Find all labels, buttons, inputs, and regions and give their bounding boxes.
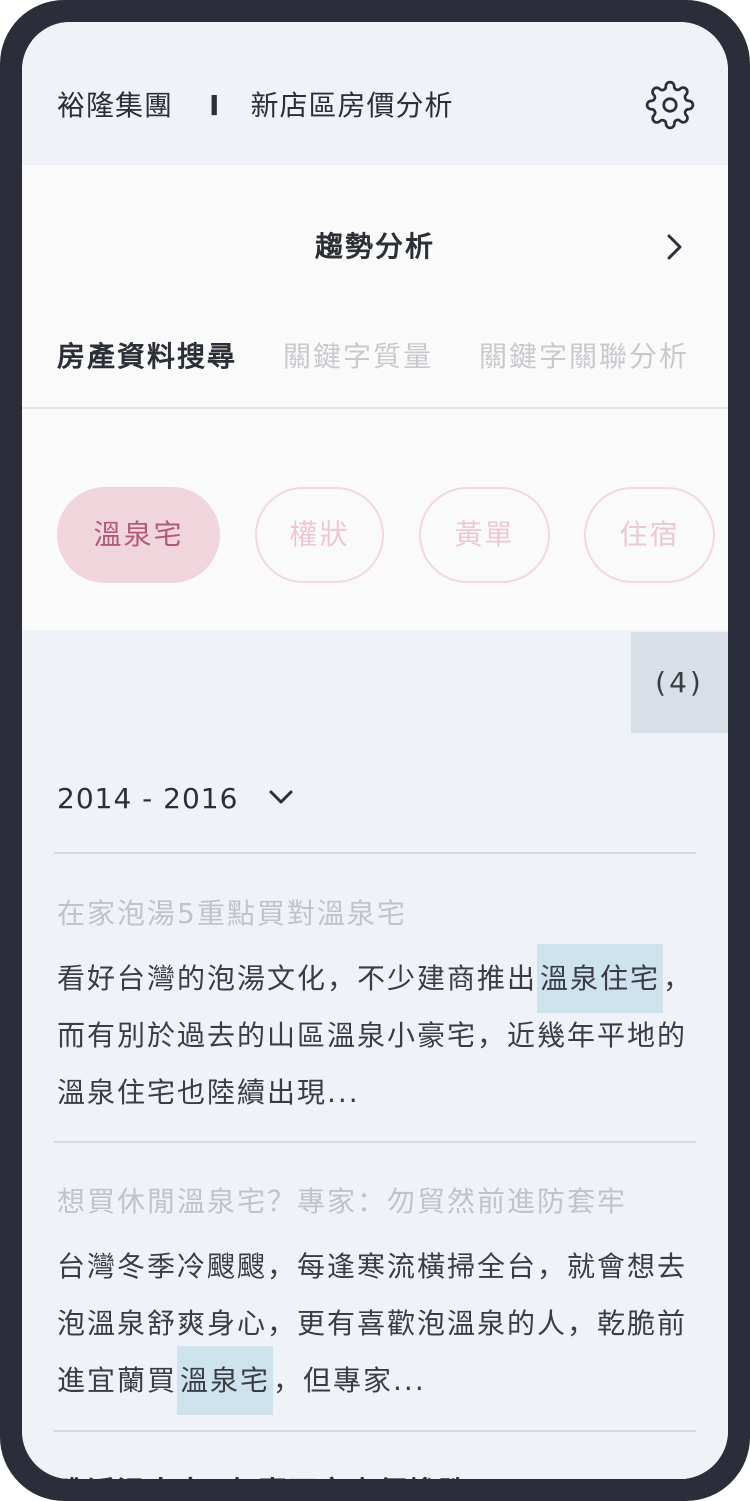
chip-yellow-slip[interactable]: 黃單 (419, 487, 550, 583)
page-subtitle: 新店區房價分析 (250, 89, 454, 122)
excerpt-text: ，但專家... (273, 1364, 426, 1397)
divider (54, 1430, 696, 1432)
device-frame: 裕隆集團 I 新店區房價分析 趨勢分析 房產資料搜尋 關鍵字質量 關鍵字關聯分析 (0, 0, 750, 1501)
article-item[interactable]: 想買休閒溫泉宅？專家：勿貿然前進防套牢 台灣冬季冷颼颼，每逢寒流橫掃全台，就會想… (57, 1180, 697, 1415)
year-range-label: 2014 - 2016 (57, 782, 239, 815)
article-item[interactable]: 礁溪溫泉宅4年賣不完房價慘跌 (57, 1470, 697, 1479)
article-title: 想買休閒溫泉宅？專家：勿貿然前進防套牢 (57, 1185, 628, 1218)
divider (54, 852, 696, 854)
chevron-down-icon (269, 790, 293, 804)
tab-bar: 房產資料搜尋 關鍵字質量 關鍵字關聯分析 (57, 335, 728, 375)
title-separator: I (209, 89, 221, 122)
chip-hot-spring-house[interactable]: 溫泉宅 (57, 487, 220, 583)
divider (54, 1141, 696, 1143)
article-excerpt: 台灣冬季冷颼颼，每逢寒流橫掃全台，就會想去泡溫泉舒爽身心，更有喜歡泡溫泉的人，乾… (57, 1238, 697, 1415)
chip-lodging[interactable]: 住宿 (584, 487, 715, 583)
keyword-highlight: 溫泉住宅 (537, 944, 664, 1013)
article-title: 在家泡湯5重點買對溫泉宅 (57, 897, 407, 930)
keyword-highlight: 溫泉宅 (177, 1346, 274, 1415)
settings-button[interactable] (645, 80, 695, 130)
app-screen: 裕隆集團 I 新店區房價分析 趨勢分析 房產資料搜尋 關鍵字質量 關鍵字關聯分析 (22, 22, 728, 1479)
chevron-right-icon (667, 234, 682, 260)
article-excerpt: 看好台灣的泡湯文化，不少建商推出 溫泉住宅 ，而有別於過去的山區溫泉小豪宅，近幾年平… (57, 944, 697, 1121)
year-range-dropdown[interactable]: 2014 - 2016 (57, 782, 296, 815)
trend-title: 趨勢分析 (314, 230, 435, 263)
tab-keyword-quality[interactable]: 關鍵字質量 (283, 335, 433, 375)
tabs-divider (22, 407, 728, 409)
chip-deed[interactable]: 權狀 (255, 487, 384, 583)
company-name: 裕隆集團 (57, 89, 174, 122)
tab-property-search[interactable]: 房產資料搜尋 (57, 335, 237, 375)
results-panel: (4) 2014 - 2016 在家泡湯5重點買對溫泉宅 看好台灣的泡湯文化，不… (22, 630, 728, 1479)
gear-icon (645, 80, 695, 130)
result-count: (4) (631, 632, 728, 733)
article-title: 礁溪溫泉宅4年賣不完房價慘跌 (57, 1470, 697, 1479)
excerpt-text: 看好台灣的泡湯文化，不少建商推出 (57, 962, 538, 995)
app-title: 裕隆集團 I 新店區房價分析 (57, 84, 453, 124)
trend-header: 趨勢分析 (22, 225, 728, 269)
next-button[interactable] (658, 231, 690, 263)
tab-keyword-association[interactable]: 關鍵字關聯分析 (479, 335, 689, 375)
tabs-panel: 趨勢分析 房產資料搜尋 關鍵字質量 關鍵字關聯分析 溫泉宅 權狀 黃單 住宿 (22, 165, 728, 630)
app-header: 裕隆集團 I 新店區房價分析 (22, 22, 728, 165)
article-item[interactable]: 在家泡湯5重點買對溫泉宅 看好台灣的泡湯文化，不少建商推出 溫泉住宅 ，而有別於過去… (57, 892, 697, 1121)
